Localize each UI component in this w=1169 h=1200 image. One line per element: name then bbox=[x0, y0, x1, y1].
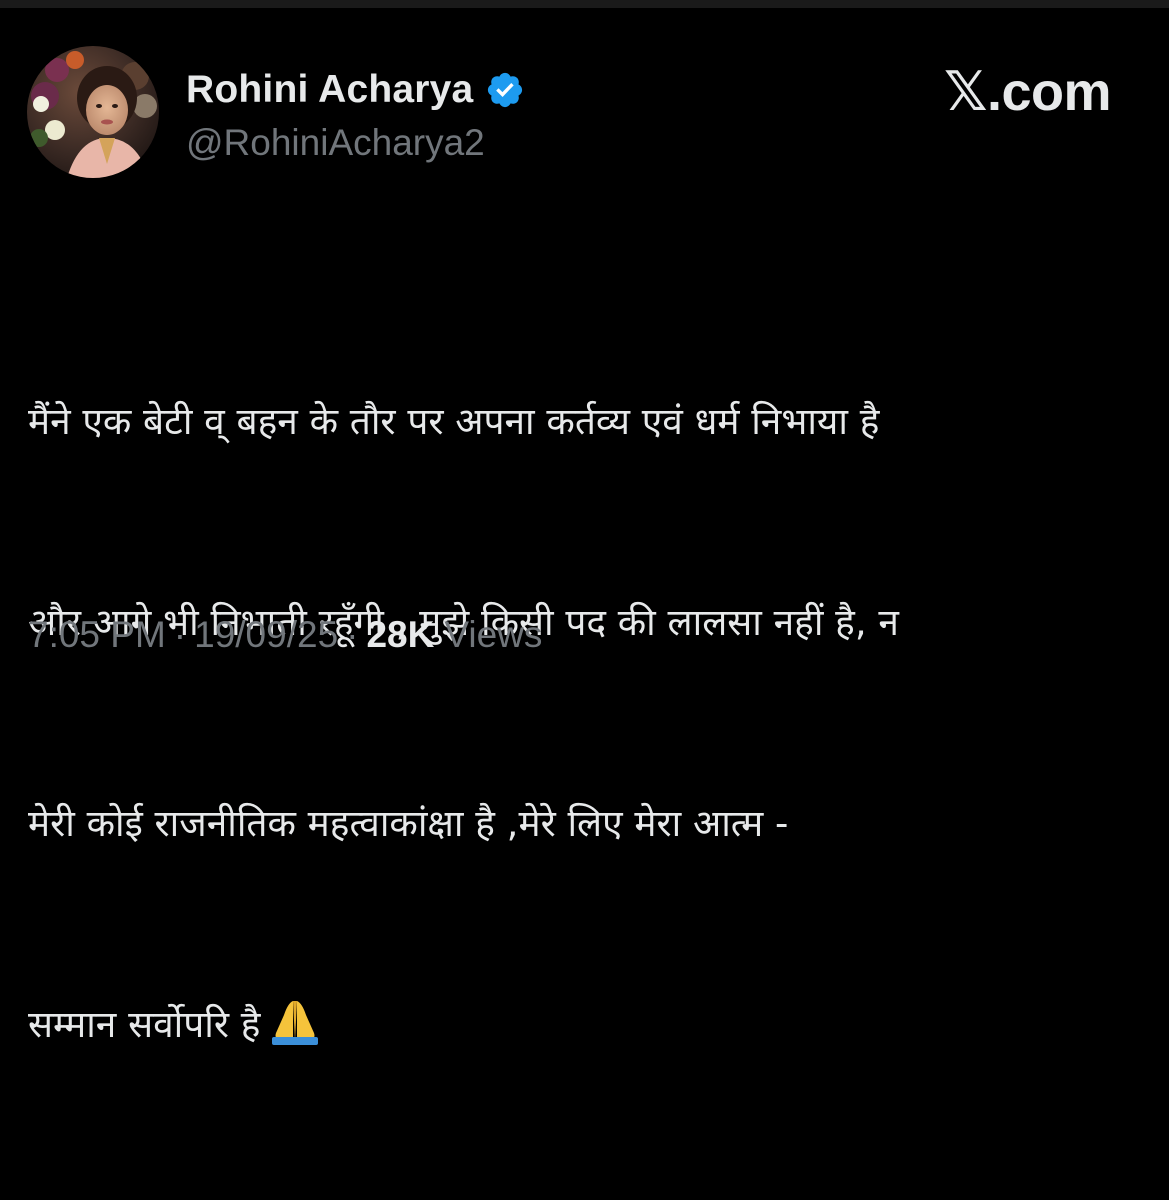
tweet-line-last: सम्मान सर्वोपरि है bbox=[28, 991, 1148, 1066]
views-label: Views bbox=[444, 614, 543, 655]
brand-logo: 𝕏.com bbox=[943, 60, 1112, 123]
meta-separator: · bbox=[346, 614, 359, 655]
author-handle[interactable]: @RohiniAcharya2 bbox=[186, 122, 485, 164]
tweet-date[interactable]: 19/09/25 bbox=[194, 614, 338, 655]
tweet-line: मेरी कोई राजनीतिक महत्वाकांक्षा है ,मेरे… bbox=[28, 802, 789, 845]
meta-separator: · bbox=[173, 614, 187, 655]
top-strip bbox=[0, 0, 1169, 8]
tweet-line: सम्मान सर्वोपरि है bbox=[28, 1003, 261, 1046]
tweet-meta: 7:05 PM · 19/09/25 · 28K Views bbox=[28, 614, 542, 656]
x-logo-icon: 𝕏 bbox=[943, 60, 988, 123]
avatar[interactable] bbox=[27, 46, 159, 178]
tweet-text: मैंने एक बेटी व् बहन के तौर पर अपना कर्त… bbox=[28, 254, 1148, 1200]
avatar-image bbox=[27, 46, 159, 178]
display-name[interactable]: Rohini Acharya bbox=[186, 68, 473, 112]
author-name-row: Rohini Acharya bbox=[186, 66, 525, 114]
brand-domain: .com bbox=[986, 62, 1112, 122]
tweet-card: Rohini Acharya @RohiniAcharya2 𝕏.com मैं… bbox=[0, 8, 1169, 1046]
verified-badge-icon bbox=[485, 70, 525, 110]
tweet-line: मैंने एक बेटी व् बहन के तौर पर अपना कर्त… bbox=[28, 400, 880, 443]
tweet-time[interactable]: 7:05 PM bbox=[28, 614, 166, 655]
views-count[interactable]: 28K bbox=[366, 614, 434, 655]
folded-hands-emoji bbox=[266, 999, 324, 1066]
